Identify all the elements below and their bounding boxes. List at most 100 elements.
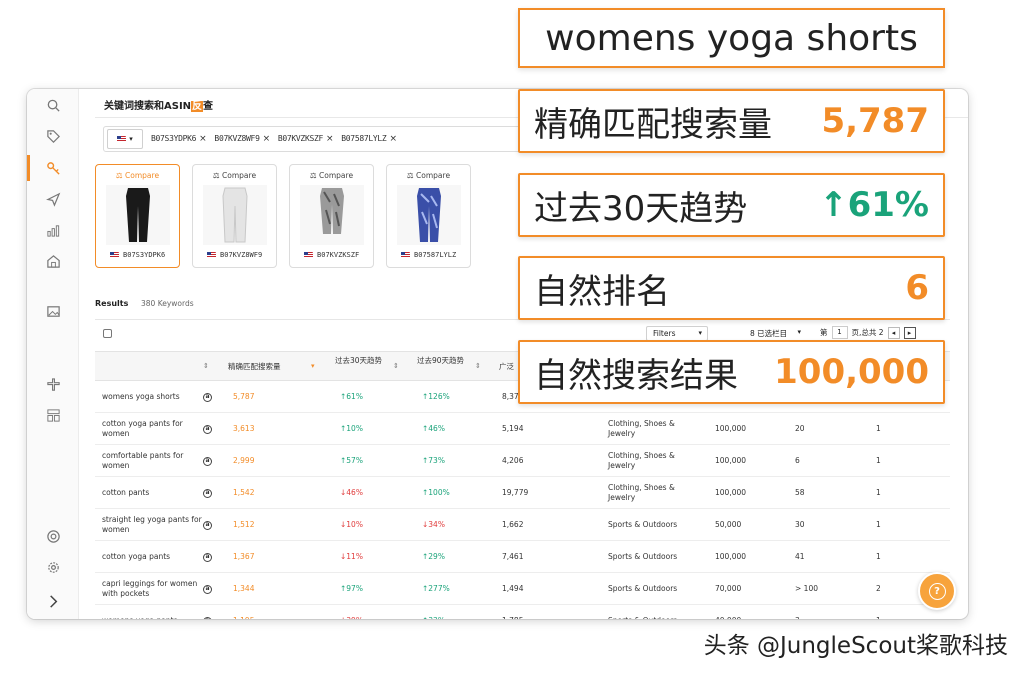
- table-row[interactable]: womens yoga pantsa 1,195 ↓39% ↑33% 1,785 Spor…: [95, 605, 950, 619]
- search-icon[interactable]: [43, 95, 63, 115]
- product-asin: B07S3YDPK6: [96, 251, 179, 259]
- bar-chart-icon[interactable]: [43, 220, 63, 240]
- organic-rank-cell: 20: [795, 424, 805, 433]
- trend30-cell: ↑10%: [340, 424, 363, 433]
- expand-chevron-icon[interactable]: [43, 591, 63, 611]
- keyword-cell[interactable]: cotton pants: [102, 477, 202, 509]
- trend30-cell: ↑97%: [340, 584, 363, 593]
- broad-volume-cell: 1,494: [502, 584, 524, 593]
- callout-label: 精确匹配搜索量: [534, 104, 772, 145]
- support-icon[interactable]: [43, 526, 63, 546]
- keyword-cell[interactable]: womens yoga shorts: [102, 381, 202, 413]
- prev-page-button[interactable]: ◂: [887, 326, 900, 339]
- amazon-search-icon[interactable]: a: [203, 573, 213, 605]
- compare-toggle[interactable]: ⚖ Compare: [387, 171, 470, 180]
- product-asin: B07587LYLZ: [387, 251, 470, 259]
- amazon-search-icon[interactable]: a: [203, 477, 213, 509]
- page-number-input[interactable]: 1: [831, 326, 848, 339]
- keyword-cell[interactable]: comfortable pants for women: [102, 445, 202, 477]
- amazon-search-icon[interactable]: a: [203, 605, 213, 619]
- trend90-cell: ↑46%: [422, 424, 445, 433]
- remove-tag-icon[interactable]: ×: [263, 134, 271, 144]
- table-row[interactable]: cotton yoga pants a 1,367 ↓11% ↑29% 7,461 Spor…: [95, 541, 950, 573]
- broad-volume-cell: 1,785: [502, 605, 523, 619]
- volume-cell: 1,195: [233, 605, 254, 619]
- header-volume[interactable]: 精确匹配搜索量: [228, 362, 281, 372]
- amazon-search-icon[interactable]: a: [203, 445, 213, 477]
- help-button[interactable]: ?: [918, 572, 956, 610]
- ads-cell: 1: [876, 552, 881, 561]
- puzzle-icon[interactable]: [43, 374, 63, 394]
- table-row[interactable]: comfortable pants for women a 2,999 ↑57% ↑73…: [95, 445, 950, 477]
- product-card-4[interactable]: ⚖ Compare B07587LYLZ: [386, 164, 471, 268]
- amazon-search-icon[interactable]: a: [203, 509, 213, 541]
- remove-tag-icon[interactable]: ×: [326, 134, 334, 144]
- paper-plane-icon[interactable]: [43, 189, 63, 209]
- table-row[interactable]: cotton yoga pants for women a 3,613 ↑10% ↑46…: [95, 413, 950, 445]
- filters-dropdown[interactable]: Filters ▾: [646, 326, 708, 341]
- select-all-checkbox[interactable]: [103, 329, 112, 338]
- columns-dropdown[interactable]: 8 已选栏目 ▾: [742, 326, 806, 341]
- sort-icon[interactable]: ⇕: [475, 362, 481, 370]
- header-trend90[interactable]: 过去90天趋势: [417, 356, 473, 366]
- table-row[interactable]: cotton pants a 1,542 ↓46% ↑100% 19,779 Clothin…: [95, 477, 950, 509]
- keyword-cell[interactable]: straight leg yoga pants for women: [102, 509, 202, 541]
- tag-icon[interactable]: [43, 126, 63, 146]
- trend90-cell: ↑100%: [422, 488, 450, 497]
- trend90-cell: ↑73%: [422, 456, 445, 465]
- keyword-cell[interactable]: capri leggings for women with pockets: [102, 573, 202, 605]
- header-trend30[interactable]: 过去30天趋势: [335, 356, 391, 366]
- sort-desc-icon[interactable]: ▾: [311, 362, 315, 370]
- product-card-2[interactable]: ⚖ Compare B07KVZ8WF9: [192, 164, 277, 268]
- organic-rank-cell: 58: [795, 488, 805, 497]
- image-icon[interactable]: [43, 301, 63, 321]
- keyword-cell[interactable]: womens yoga pants: [102, 605, 202, 619]
- keyword-cell[interactable]: cotton yoga pants for women: [102, 413, 202, 445]
- pagination: 第 1 页,总共 2 ◂ ▸: [820, 326, 916, 339]
- amazon-search-icon[interactable]: a: [203, 541, 213, 573]
- country-select[interactable]: ▾: [107, 129, 143, 149]
- table-body: womens yoga shorts a 5,787 ↑61% ↑126% 8,37 cot…: [95, 381, 950, 619]
- product-image: [300, 185, 364, 245]
- keyword-cell[interactable]: cotton yoga pants: [102, 541, 202, 573]
- next-page-button[interactable]: ▸: [903, 326, 916, 339]
- compare-toggle[interactable]: ⚖ Compare: [290, 171, 373, 180]
- table-row[interactable]: capri leggings for women with pockets a 1,…: [95, 573, 950, 605]
- remove-tag-icon[interactable]: ×: [199, 134, 207, 144]
- organic-rank-cell: 30: [795, 520, 805, 529]
- sidebar-active-marker: [27, 155, 30, 181]
- organic-rank-cell: 3: [795, 605, 800, 619]
- watermark: 头条 @JungleScout桨歌科技: [703, 633, 1008, 659]
- header-ppc[interactable]: 广泛: [499, 362, 514, 372]
- asin-tag[interactable]: B07587LYLZ ×: [341, 134, 397, 144]
- keyword-key-icon[interactable]: [43, 158, 63, 178]
- chevron-down-icon: ▾: [698, 329, 702, 337]
- remove-tag-icon[interactable]: ×: [389, 134, 397, 144]
- organic-results-cell: 40,000: [715, 605, 741, 619]
- keyword-callout: womens yoga shorts: [518, 8, 945, 68]
- asin-tag[interactable]: B07S3YDPK6 ×: [151, 134, 207, 144]
- chevron-down-icon: ▾: [129, 135, 133, 143]
- asin-tag[interactable]: B07KVZKSZF ×: [278, 134, 334, 144]
- store-icon[interactable]: [43, 251, 63, 271]
- settings-icon[interactable]: [43, 557, 63, 577]
- amazon-search-icon[interactable]: a: [203, 413, 213, 445]
- sort-icon[interactable]: ⇕: [393, 362, 399, 370]
- compare-toggle[interactable]: ⚖ Compare: [96, 171, 179, 180]
- compare-toggle[interactable]: ⚖ Compare: [193, 171, 276, 180]
- ads-cell: 2: [876, 584, 881, 593]
- grid-icon[interactable]: [43, 405, 63, 425]
- asin-input-bar[interactable]: ▾ B07S3YDPK6 × B07KVZ8WF9 × B07KVZKSZF × B0…: [103, 126, 573, 152]
- ads-cell: 1: [876, 520, 881, 529]
- product-card-3[interactable]: ⚖ Compare B07KVZKSZF: [289, 164, 374, 268]
- page-prefix: 第: [820, 328, 828, 337]
- amazon-search-icon[interactable]: a: [203, 381, 213, 413]
- broad-volume-cell: 4,206: [502, 456, 524, 465]
- organic-results-cell: 100,000: [715, 424, 747, 433]
- trend30-cell: ↑57%: [340, 456, 363, 465]
- asin-tag[interactable]: B07KVZ8WF9 ×: [214, 134, 271, 144]
- product-card-1[interactable]: ⚖ Compare B07S3YDPK6: [95, 164, 180, 268]
- table-row[interactable]: straight leg yoga pants for women a 1,512 ↓…: [95, 509, 950, 541]
- category-cell: Sports & Outdoors: [608, 552, 678, 561]
- sort-icon[interactable]: ⇕: [203, 362, 209, 370]
